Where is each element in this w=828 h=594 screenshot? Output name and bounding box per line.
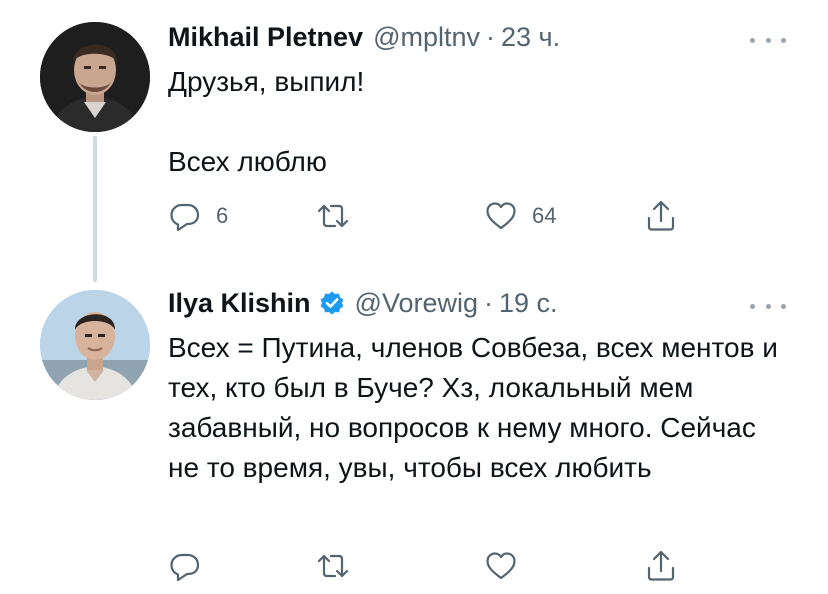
more-options-icon[interactable] — [750, 296, 786, 316]
avatar[interactable] — [40, 22, 150, 132]
retweet-icon — [317, 204, 349, 228]
author-name[interactable]: Mikhail Pletnev — [168, 20, 363, 54]
tweet-paragraph: Всех = Путина, членов Совбеза, всех мент… — [168, 332, 778, 483]
tweet-mikhail-pletnev[interactable]: Mikhail Pletnev @mpltnv · 23 ч. Друзья, … — [0, 0, 828, 282]
tweet-text: Друзья, выпил! Всех люблю — [168, 62, 788, 182]
like-button[interactable]: 64 — [484, 196, 556, 236]
reply-icon — [170, 553, 200, 582]
reply-button[interactable] — [168, 546, 216, 586]
author-handle[interactable]: @Vorewig — [355, 286, 478, 320]
like-button[interactable] — [484, 546, 532, 586]
separator-dot: · — [484, 288, 494, 318]
retweet-button[interactable] — [316, 196, 364, 236]
author-handle[interactable]: @mpltnv — [373, 20, 480, 54]
retweet-button[interactable] — [316, 546, 364, 586]
tweet-text: Всех = Путина, членов Совбеза, всех мент… — [168, 328, 788, 488]
tweet-header: Ilya Klishin @Vorewig · 19 с. — [168, 286, 558, 320]
verified-badge-icon — [319, 290, 345, 316]
heart-icon — [486, 202, 516, 230]
reply-icon — [170, 203, 200, 232]
tweet-ilya-klishin[interactable]: Ilya Klishin @Vorewig · 19 с. Всех = Пут… — [0, 282, 828, 594]
reply-count: 6 — [216, 203, 229, 228]
tweet-timestamp[interactable]: 19 с. — [499, 286, 558, 320]
author-name[interactable]: Ilya Klishin — [168, 286, 311, 320]
heart-icon — [486, 552, 516, 580]
reply-button[interactable]: 6 — [168, 196, 228, 236]
share-button[interactable] — [644, 196, 692, 236]
like-count: 64 — [532, 203, 557, 228]
tweet-actions: 6 64 — [168, 196, 708, 236]
tweet-paragraph: Всех люблю — [168, 146, 327, 177]
avatar[interactable] — [40, 290, 150, 400]
more-options-icon[interactable] — [750, 30, 786, 50]
tweet-header: Mikhail Pletnev @mpltnv · 23 ч. — [168, 20, 560, 54]
separator-dot: · — [486, 22, 496, 52]
tweet-actions — [168, 546, 708, 586]
share-icon — [647, 550, 675, 581]
retweet-icon — [317, 554, 349, 578]
share-button[interactable] — [644, 546, 692, 586]
tweet-paragraph: Друзья, выпил! — [168, 66, 365, 97]
tweet-timestamp[interactable]: 23 ч. — [501, 20, 560, 54]
share-icon — [647, 200, 675, 231]
